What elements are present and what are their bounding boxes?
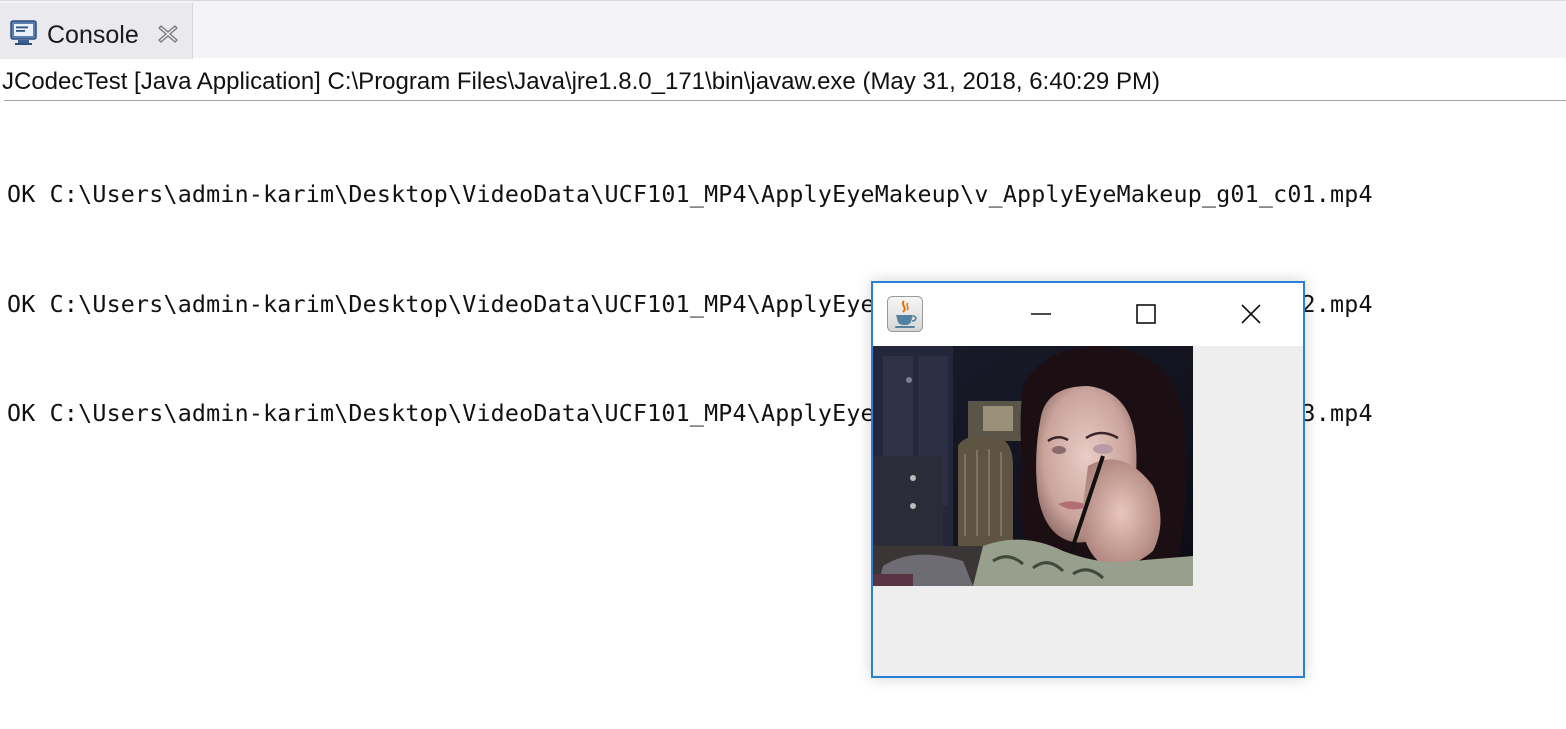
view-tab-bar: Console: [0, 0, 1566, 59]
separator: [4, 100, 1566, 101]
console-icon: [10, 20, 37, 45]
tab-console[interactable]: Console: [0, 3, 193, 59]
video-frame: [873, 346, 1193, 586]
console-line: OK C:\Users\admin-karim\Desktop\VideoDat…: [7, 181, 1373, 208]
java-frame-window[interactable]: [871, 281, 1305, 678]
minimize-icon[interactable]: [1018, 293, 1064, 335]
window-title-bar[interactable]: [873, 283, 1303, 346]
launch-description: JCodecTest [Java Application] C:\Program…: [2, 68, 1160, 95]
close-icon[interactable]: [1228, 293, 1274, 335]
maximize-icon[interactable]: [1123, 293, 1169, 335]
java-coffee-icon[interactable]: [887, 296, 923, 332]
tab-console-label: Console: [47, 21, 139, 49]
eclipse-console-view: Console JCodecTest [Java Application] C:…: [0, 0, 1566, 729]
close-icon[interactable]: [157, 23, 179, 45]
